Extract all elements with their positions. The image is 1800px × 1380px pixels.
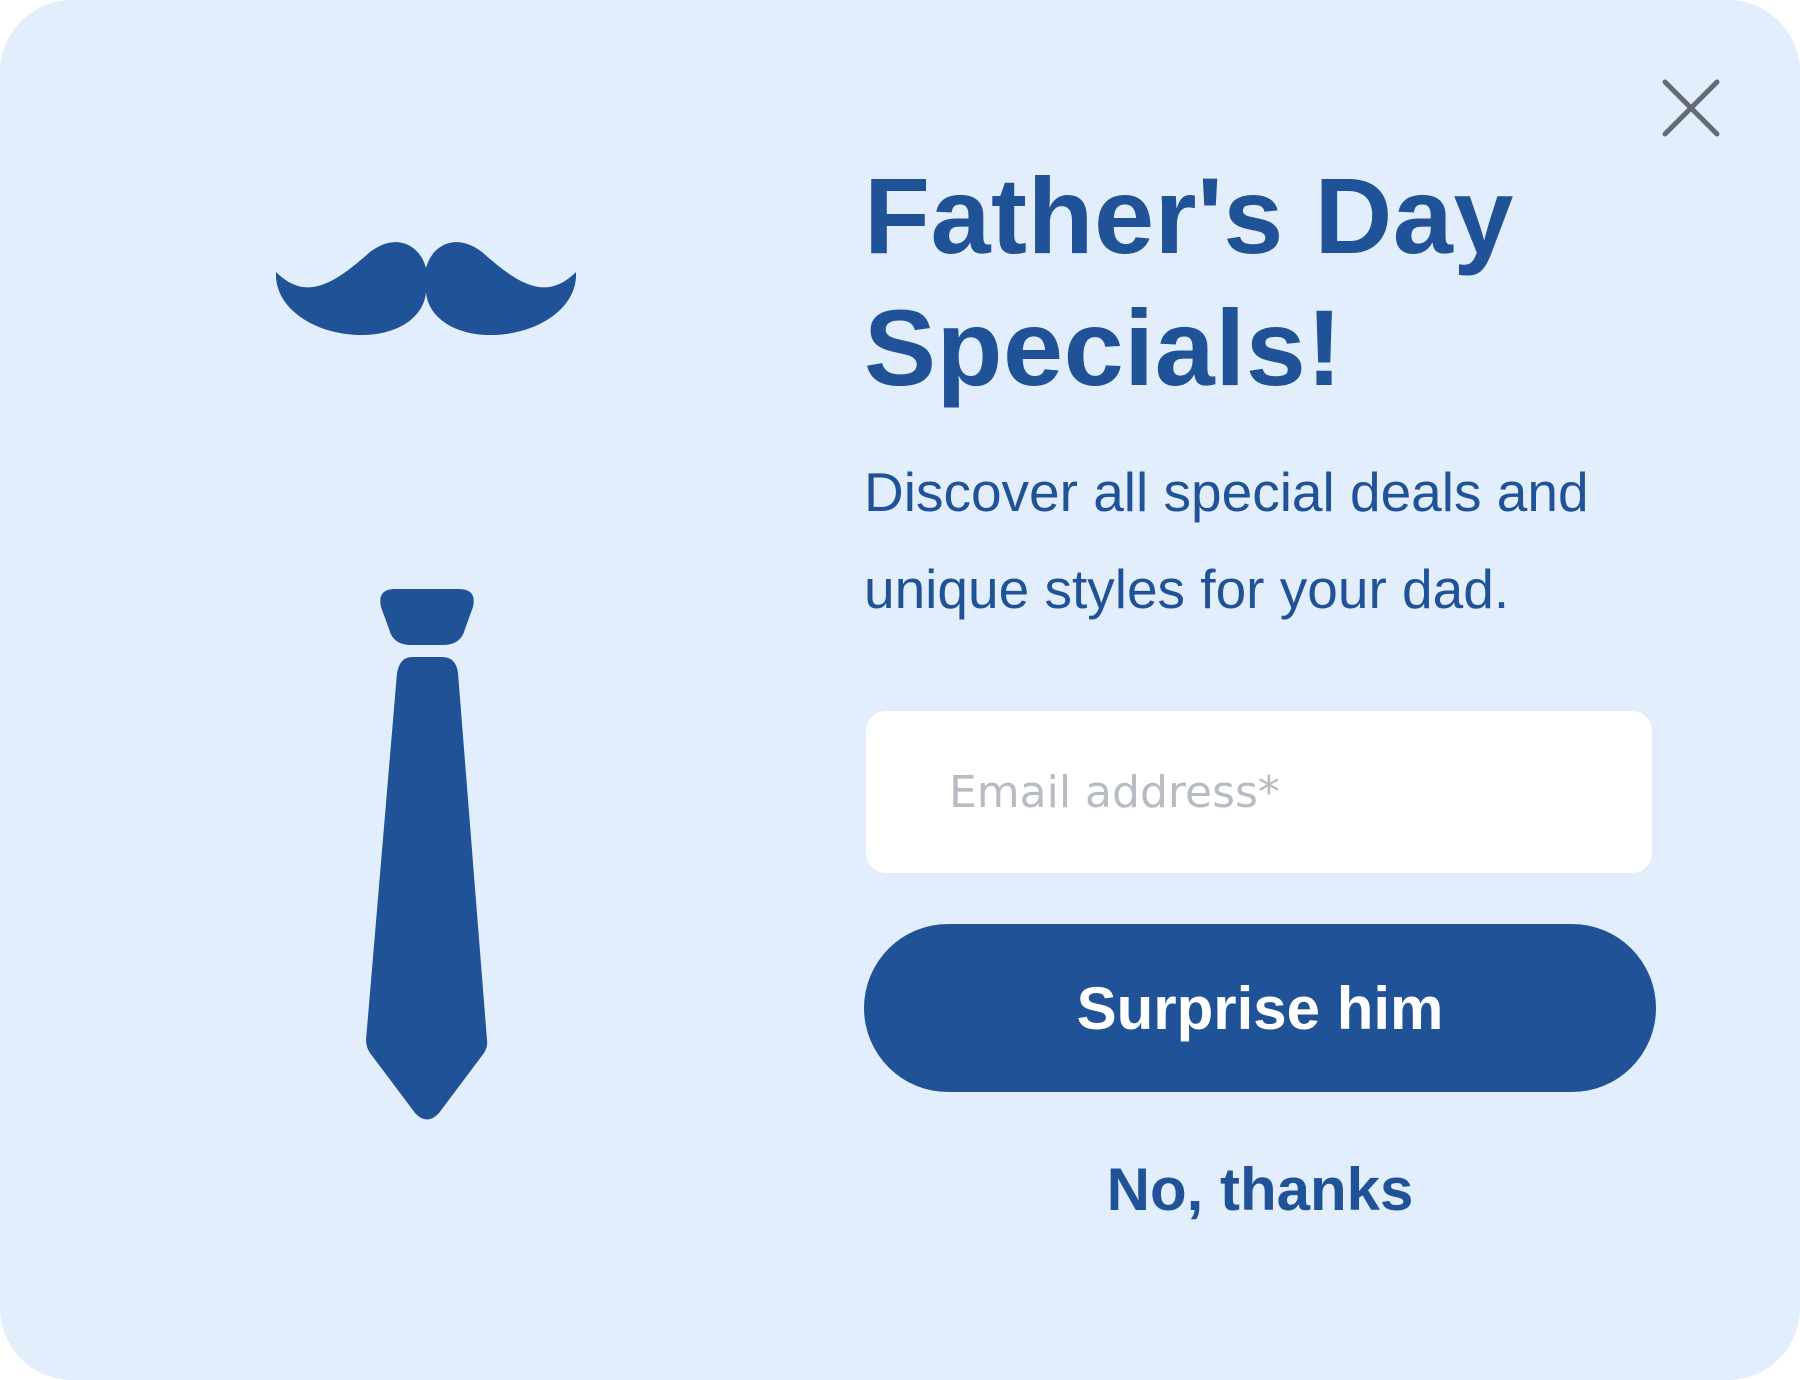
close-icon	[1662, 79, 1720, 137]
email-field[interactable]	[866, 711, 1652, 873]
surprise-him-button[interactable]: Surprise him	[864, 924, 1656, 1092]
fathers-day-popup: Father's Day Specials! Discover all spec…	[0, 0, 1800, 1380]
mustache-icon	[276, 242, 576, 336]
close-button[interactable]	[1655, 72, 1727, 144]
popup-title: Father's Day Specials!	[864, 155, 1514, 408]
no-thanks-link[interactable]: No, thanks	[864, 1150, 1656, 1230]
content-panel: Father's Day Specials! Discover all spec…	[864, 0, 1664, 1380]
popup-subtitle: Discover all special deals and unique st…	[864, 461, 1589, 620]
illustration-panel	[0, 0, 860, 1380]
tie-icon	[366, 589, 488, 1120]
